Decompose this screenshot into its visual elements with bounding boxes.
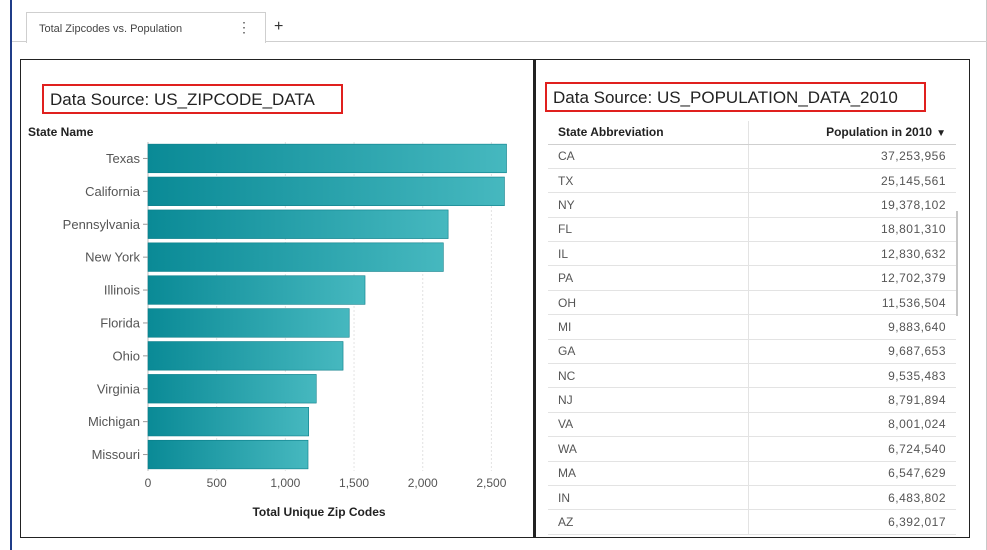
bar[interactable] (147, 176, 505, 206)
cell-population: 8,001,024 (748, 412, 956, 438)
y-category-label: New York (85, 250, 140, 265)
column-header-label: State Abbreviation (558, 125, 664, 140)
x-tick-label: 1,000 (270, 476, 300, 490)
table-row[interactable]: VA 8,001,024 (548, 412, 956, 438)
y-category-label: Texas (106, 151, 140, 166)
y-category-label: Florida (100, 315, 141, 330)
cell-population: 25,145,561 (748, 168, 956, 194)
cell-state-abbreviation: WA (548, 436, 749, 462)
cell-population: 11,536,504 (748, 290, 956, 316)
bar[interactable] (147, 407, 310, 437)
table-row[interactable]: AZ 6,392,017 (548, 509, 956, 535)
cell-population: 19,378,102 (748, 192, 956, 218)
bar[interactable] (147, 341, 344, 371)
cell-state-abbreviation: NC (548, 363, 749, 389)
more-vertical-icon[interactable]: ⋮ (237, 20, 251, 34)
bar[interactable] (147, 275, 366, 305)
column-header-label: Population in 2010 (826, 125, 933, 140)
table-row[interactable]: NC 9,535,483 (548, 363, 956, 389)
cell-state-abbreviation: IL (548, 241, 749, 267)
bar[interactable] (147, 242, 444, 272)
y-category-label: Missouri (92, 447, 141, 462)
cell-population: 9,535,483 (748, 363, 956, 389)
x-tick-label: 500 (207, 476, 227, 490)
cell-population: 18,801,310 (748, 217, 956, 243)
cell-population: 6,392,017 (748, 509, 956, 535)
cell-state-abbreviation: MA (548, 461, 749, 486)
cell-state-abbreviation: GA (548, 339, 749, 365)
cell-state-abbreviation: NY (548, 192, 749, 218)
cell-state-abbreviation: TX (548, 168, 749, 194)
cell-population: 9,883,640 (748, 314, 956, 340)
cell-state-abbreviation: VA (548, 412, 749, 438)
table-row[interactable]: WA 6,724,540 (548, 436, 956, 462)
table-scrollbar[interactable] (956, 211, 958, 316)
cell-state-abbreviation: IN (548, 485, 749, 511)
y-category-label: California (85, 184, 141, 199)
y-category-label: Pennsylvania (63, 217, 141, 232)
cell-population: 8,791,894 (748, 387, 956, 413)
cell-population: 37,253,956 (748, 144, 956, 169)
cell-state-abbreviation: NJ (548, 387, 749, 413)
cell-state-abbreviation: CA (548, 144, 749, 169)
column-header-population[interactable]: Population in 2010 ▼ (748, 121, 956, 145)
page-tab-bar: Total Zipcodes vs. Population ⋮ + (12, 8, 987, 43)
table-row[interactable]: TX 25,145,561 (548, 168, 956, 194)
table-row[interactable]: NJ 8,791,894 (548, 387, 956, 413)
bar[interactable] (147, 439, 309, 470)
y-category-label: Michigan (88, 414, 140, 429)
bar[interactable] (147, 308, 350, 338)
population-table: State Abbreviation Population in 2010 ▼ C… (548, 121, 956, 535)
table-row[interactable]: MA 6,547,629 (548, 461, 956, 486)
table-row[interactable]: FL 18,801,310 (548, 217, 956, 243)
x-tick-label: 0 (145, 476, 152, 490)
tab-label: Total Zipcodes vs. Population (39, 23, 183, 35)
y-axis-title: State Name (28, 125, 94, 139)
right-data-source-title: Data Source: US_POPULATION_DATA_2010 (545, 82, 926, 112)
bar[interactable] (147, 143, 507, 174)
table-row[interactable]: IL 12,830,632 (548, 241, 956, 267)
y-category-label: Illinois (104, 283, 141, 298)
x-tick-label: 1,500 (339, 476, 369, 490)
sort-descending-icon[interactable]: ▼ (936, 128, 946, 139)
table-row[interactable]: GA 9,687,653 (548, 339, 956, 365)
bar[interactable] (147, 374, 317, 404)
plus-icon[interactable]: + (274, 19, 283, 35)
x-axis-title: Total Unique Zip Codes (252, 505, 385, 519)
population-table-container[interactable]: State Abbreviation Population in 2010 ▼ C… (548, 121, 966, 539)
cell-state-abbreviation: OH (548, 290, 749, 316)
zipcode-bar-chart-panel: Data Source: US_ZIPCODE_DATA Texas Califo… (20, 59, 534, 538)
cell-state-abbreviation: PA (548, 265, 749, 291)
table-header-row: State Abbreviation Population in 2010 ▼ (548, 121, 956, 145)
y-category-label: Ohio (113, 348, 140, 363)
bar[interactable] (147, 209, 449, 239)
table-row[interactable]: MI 9,883,640 (548, 314, 956, 340)
cell-population: 6,547,629 (748, 461, 956, 486)
cell-state-abbreviation: FL (548, 217, 749, 243)
cell-population: 12,830,632 (748, 241, 956, 267)
cell-population: 9,687,653 (748, 339, 956, 365)
population-table-panel: Data Source: US_POPULATION_DATA_2010 Sta… (534, 59, 970, 538)
zipcode-bar-chart: Texas California Pennsylvania New York Illin… (28, 125, 507, 519)
cell-state-abbreviation: AZ (548, 509, 749, 535)
tab-total-zipcodes-vs-population[interactable]: Total Zipcodes vs. Population ⋮ (26, 12, 266, 43)
cell-population: 6,483,802 (748, 485, 956, 511)
table-row[interactable]: NY 19,378,102 (548, 192, 956, 218)
x-tick-label: 2,000 (408, 476, 438, 490)
table-row[interactable]: CA 37,253,956 (548, 144, 956, 169)
cell-population: 6,724,540 (748, 436, 956, 462)
column-header-state-abbreviation[interactable]: State Abbreviation (548, 121, 749, 145)
table-row[interactable]: IN 6,483,802 (548, 485, 956, 511)
table-row[interactable]: PA 12,702,379 (548, 265, 956, 291)
y-category-label: Virginia (97, 381, 141, 396)
table-row[interactable]: OH 11,536,504 (548, 290, 956, 316)
x-tick-label: 2,500 (476, 476, 506, 490)
cell-population: 12,702,379 (748, 265, 956, 291)
cell-state-abbreviation: MI (548, 314, 749, 340)
